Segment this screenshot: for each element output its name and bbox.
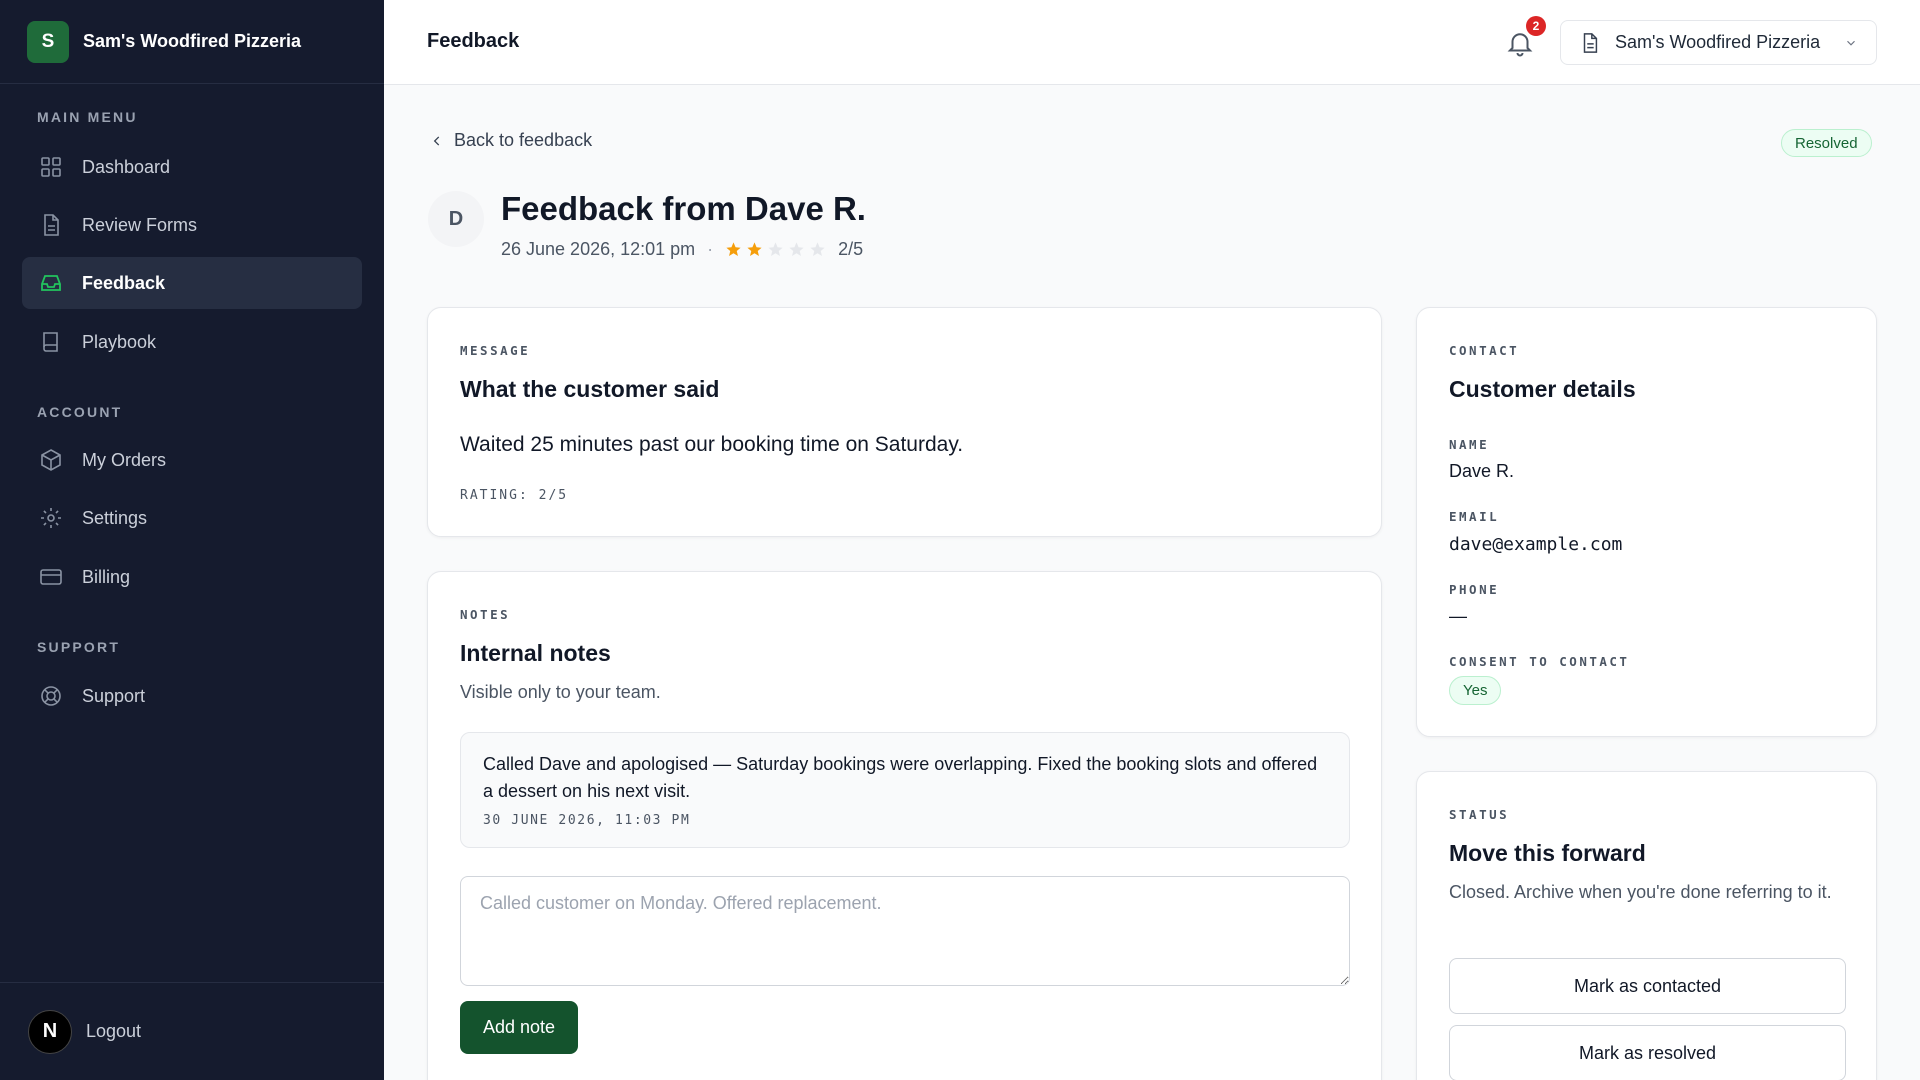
notes-title: Internal notes xyxy=(460,640,611,666)
book-icon xyxy=(38,329,64,355)
sidebar-item-label: Settings xyxy=(82,507,148,528)
status-badge: Resolved xyxy=(1781,129,1872,157)
message-body: Waited 25 minutes past our booking time … xyxy=(460,433,964,456)
mark-resolved-button[interactable]: Mark as resolved xyxy=(1449,1025,1846,1080)
sidebar: S Sam's Woodfired Pizzeria MAIN MENU Das… xyxy=(0,0,384,1080)
sidebar-item-label: Support xyxy=(82,685,146,706)
section-label-account: ACCOUNT xyxy=(37,404,123,420)
message-eyebrow: MESSAGE xyxy=(460,343,531,358)
note-input[interactable] xyxy=(460,876,1350,986)
sidebar-item-label: Billing xyxy=(82,566,131,587)
feedback-date: 26 June 2026, 12:01 pm xyxy=(501,239,696,259)
name-value: Dave R. xyxy=(1449,461,1515,481)
status-body: Closed. Archive when you're done referri… xyxy=(1449,882,1832,902)
topbar: Feedback 2 Sam's Woodfired Pizzeria xyxy=(384,0,1920,85)
consent-label: CONSENT TO CONTACT xyxy=(1449,654,1630,669)
avatar: N xyxy=(28,1009,72,1054)
status-eyebrow: STATUS xyxy=(1449,807,1510,822)
rating-score: 2/5 xyxy=(838,239,864,259)
sidebar-item-label: Review Forms xyxy=(82,214,198,235)
email-value: dave@example.com xyxy=(1449,534,1623,555)
notes-card: NOTES Internal notes Visible only to you… xyxy=(427,571,1382,1080)
document-icon xyxy=(38,212,64,238)
back-link[interactable]: Back to feedback xyxy=(430,130,592,151)
sidebar-item-label: Feedback xyxy=(82,272,166,293)
message-title: What the customer said xyxy=(460,376,720,402)
back-link-label: Back to feedback xyxy=(454,130,593,150)
brand[interactable]: S Sam's Woodfired Pizzeria xyxy=(0,0,384,84)
sidebar-item-feedback[interactable]: Feedback xyxy=(22,257,362,309)
sidebar-item-my-orders[interactable]: My Orders xyxy=(22,434,362,486)
star-empty-icon xyxy=(768,242,783,257)
status-title: Move this forward xyxy=(1449,840,1646,866)
lifebuoy-icon xyxy=(38,683,64,709)
star-filled-icon xyxy=(747,242,762,257)
add-note-button[interactable]: Add note xyxy=(460,1001,578,1054)
page-title: Feedback xyxy=(427,30,520,52)
sidebar-item-playbook[interactable]: Playbook xyxy=(22,316,362,368)
notification-badge: 2 xyxy=(1526,16,1546,36)
feedback-title: Feedback from Dave R. xyxy=(501,190,866,227)
status-card: STATUS Move this forward Closed. Archive… xyxy=(1416,771,1877,1080)
sidebar-item-settings[interactable]: Settings xyxy=(22,492,362,544)
star-empty-icon xyxy=(789,242,804,257)
section-label-support: SUPPORT xyxy=(37,639,121,655)
logout-button[interactable]: N Logout xyxy=(0,982,384,1080)
consent-badge: Yes xyxy=(1449,676,1502,705)
sidebar-item-label: Playbook xyxy=(82,331,157,352)
message-rating: RATING: 2/5 xyxy=(460,488,569,503)
message-card: MESSAGE What the customer said Waited 25… xyxy=(427,307,1382,537)
credit-card-icon xyxy=(38,564,64,590)
sidebar-item-dashboard[interactable]: Dashboard xyxy=(22,141,362,193)
contact-card: CONTACT Customer details NAME Dave R. EM… xyxy=(1416,307,1877,737)
sidebar-item-support[interactable]: Support xyxy=(22,670,362,722)
chevron-down-icon xyxy=(1847,40,1855,46)
sidebar-item-billing[interactable]: Billing xyxy=(22,551,362,603)
brand-name: Sam's Woodfired Pizzeria xyxy=(83,31,302,51)
inbox-icon xyxy=(38,270,64,296)
meta-separator: · xyxy=(707,239,714,259)
sidebar-item-label: My Orders xyxy=(82,449,167,470)
contact-title: Customer details xyxy=(1449,376,1636,402)
email-label: EMAIL xyxy=(1449,509,1500,524)
star-filled-icon xyxy=(726,242,741,257)
star-rating xyxy=(725,241,830,258)
notes-subtitle: Visible only to your team. xyxy=(460,682,661,702)
mark-contacted-button[interactable]: Mark as contacted xyxy=(1449,958,1846,1014)
org-selector[interactable]: Sam's Woodfired Pizzeria xyxy=(1560,20,1877,65)
note-text: Called Dave and apologised — Saturday bo… xyxy=(483,754,1318,801)
package-icon xyxy=(38,447,64,473)
note-entry: Called Dave and apologised — Saturday bo… xyxy=(460,732,1350,848)
note-timestamp: 30 JUNE 2026, 11:03 PM xyxy=(483,813,691,828)
section-label-main-menu: MAIN MENU xyxy=(37,109,138,125)
notes-eyebrow: NOTES xyxy=(460,607,511,622)
phone-label: PHONE xyxy=(1449,582,1500,597)
sidebar-item-review-forms[interactable]: Review Forms xyxy=(22,199,362,251)
star-empty-icon xyxy=(810,242,825,257)
feedback-meta: 26 June 2026, 12:01 pm · 2/5 xyxy=(501,239,863,260)
org-selector-label: Sam's Woodfired Pizzeria xyxy=(1615,32,1821,52)
document-icon xyxy=(1583,32,1598,53)
contact-eyebrow: CONTACT xyxy=(1449,343,1520,358)
gear-icon xyxy=(38,505,64,531)
name-label: NAME xyxy=(1449,437,1490,452)
chevron-left-icon xyxy=(433,135,440,146)
dashboard-icon xyxy=(38,154,64,180)
customer-avatar: D xyxy=(428,191,484,247)
brand-logo: S xyxy=(27,20,69,63)
logout-label: Logout xyxy=(86,1021,142,1041)
sidebar-item-label: Dashboard xyxy=(82,156,171,177)
phone-value: — xyxy=(1449,606,1467,626)
